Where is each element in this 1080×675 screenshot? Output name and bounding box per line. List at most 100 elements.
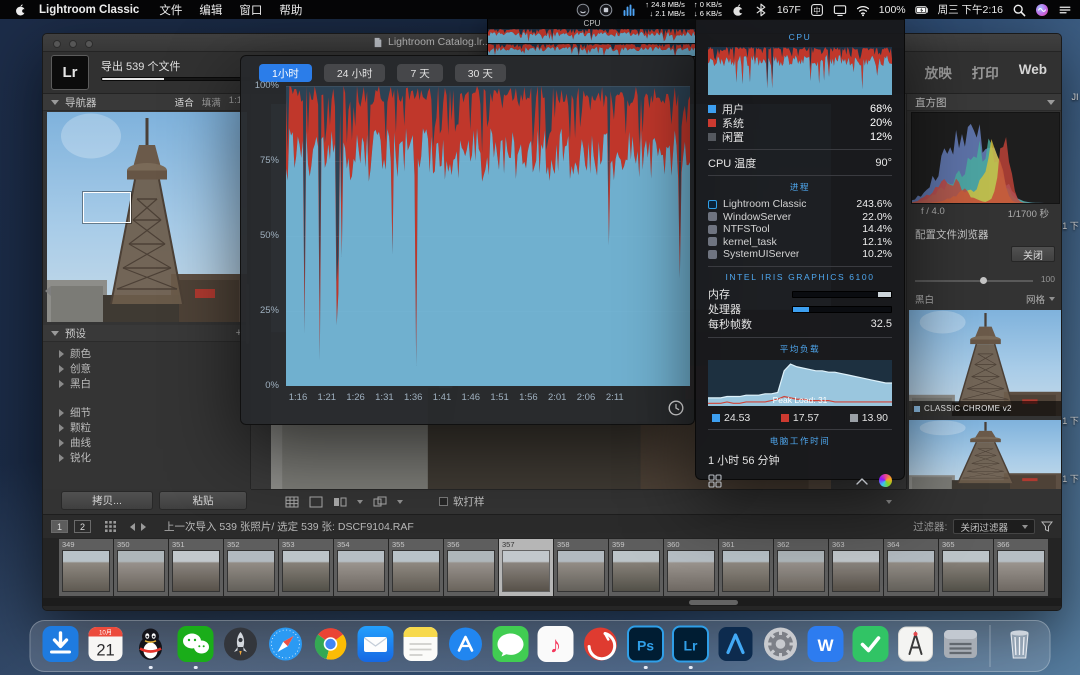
cpu-range-tab-2[interactable]: 7 天 — [397, 64, 442, 82]
secondary-display-button[interactable]: 2 — [74, 520, 91, 533]
grid-view-icon[interactable] — [285, 496, 299, 508]
menubar-menu-1[interactable]: 编辑 — [199, 2, 222, 18]
filmstrip-thumb-361[interactable]: 361 — [719, 539, 773, 596]
filmstrip-thumb-353[interactable]: 353 — [279, 539, 333, 596]
profile-thumbnail-selected[interactable]: CLASSIC CHROME v2 — [909, 310, 1062, 416]
dock-icon-photoshop[interactable]: Ps — [626, 624, 666, 664]
zoom-window-button[interactable] — [85, 40, 93, 48]
filmstrip-thumb-351[interactable]: 351 — [169, 539, 223, 596]
preset-item-1-3[interactable]: 锐化 — [43, 450, 250, 465]
filmstrip-thumb-357[interactable]: 357 — [499, 539, 553, 596]
chevron-down-icon[interactable] — [397, 500, 403, 504]
dock-icon-lightroom[interactable]: Lr — [671, 624, 711, 664]
preset-item-0-2[interactable]: 黑白 — [43, 376, 250, 391]
battery-icon[interactable] — [915, 3, 929, 17]
temperature-status[interactable]: 167F — [777, 4, 801, 16]
dock-icon-trash[interactable] — [1000, 624, 1040, 664]
preset-item-1-2[interactable]: 曲线 — [43, 435, 250, 450]
navigator-header[interactable]: 导航器 适合填满1:1 — [43, 94, 250, 111]
istat-cpu-bars-icon[interactable] — [622, 3, 636, 17]
module-tab-2[interactable]: Web — [1019, 62, 1047, 82]
bw-filter-label[interactable]: 黑白 — [915, 292, 934, 306]
dock-icon-appstore[interactable] — [446, 624, 486, 664]
presets-header[interactable]: 预设 + — [43, 325, 250, 342]
selection-info-text[interactable]: 上一次导入 539 张照片/ 选定 539 张: DSCF9104.RAF — [164, 519, 414, 534]
preset-item-1-0[interactable]: 细节 — [43, 405, 250, 420]
settings-pinwheel-icon[interactable] — [879, 474, 892, 487]
filmstrip-thumb-358[interactable]: 358 — [554, 539, 608, 596]
dock-icon-messages[interactable] — [491, 624, 531, 664]
battery-percentage[interactable]: 100% — [879, 4, 906, 16]
bluetooth-icon[interactable] — [754, 3, 768, 17]
collapse-left-panel-arrow[interactable] — [45, 286, 51, 296]
dock-icon-appa[interactable] — [716, 624, 756, 664]
filmstrip-thumb-364[interactable]: 364 — [884, 539, 938, 596]
primary-display-button[interactable]: 1 — [51, 520, 68, 533]
export-progress-bar[interactable] — [101, 77, 251, 81]
chevron-down-icon[interactable] — [357, 500, 363, 504]
clock-icon[interactable] — [668, 400, 684, 416]
menubar-clock[interactable]: 周三 下午2:16 — [938, 2, 1003, 17]
filter-select[interactable]: 关闭过滤器 — [953, 519, 1035, 534]
preset-item-0-1[interactable]: 创意 — [43, 361, 250, 376]
zoom-option-1[interactable]: 填满 — [202, 95, 221, 109]
thumbnail-size-slider[interactable] — [915, 276, 1033, 286]
mini-cpu-window[interactable]: CPU — [487, 17, 697, 57]
dock-icon-wechat[interactable] — [176, 624, 216, 664]
filmstrip-thumb-356[interactable]: 356 — [444, 539, 498, 596]
modules-grid-icon[interactable] — [708, 474, 722, 488]
menubar-menu-3[interactable]: 帮助 — [279, 2, 302, 18]
dock-icon-safari[interactable] — [266, 624, 306, 664]
compare-view-icon[interactable] — [333, 496, 347, 508]
dock-icon-launchpad[interactable] — [221, 624, 261, 664]
wifi-icon[interactable] — [856, 3, 870, 17]
dock-icon-netease[interactable] — [581, 624, 621, 664]
copy-settings-button[interactable]: 拷贝... — [61, 491, 153, 510]
grid-view-toggle[interactable]: 网格 — [1026, 292, 1055, 306]
filmstrip-thumb-362[interactable]: 362 — [774, 539, 828, 596]
filmstrip-thumb-365[interactable]: 365 — [939, 539, 993, 596]
preset-item-0-0[interactable]: 颜色 — [43, 346, 250, 361]
slider-knob[interactable] — [980, 277, 987, 284]
minimize-window-button[interactable] — [69, 40, 77, 48]
zoom-option-0[interactable]: 适合 — [175, 95, 194, 109]
grid-icon[interactable] — [105, 521, 116, 532]
cpu-range-tab-1[interactable]: 24 小时 — [324, 64, 386, 82]
dock-icon-mail[interactable] — [356, 624, 396, 664]
active-app-name[interactable]: Lightroom Classic — [39, 4, 139, 16]
siri-icon[interactable] — [1035, 3, 1049, 17]
dock-icon-wps[interactable]: W — [806, 624, 846, 664]
input-method-icon[interactable]: 中 — [810, 3, 824, 17]
filmstrip-thumb-352[interactable]: 352 — [224, 539, 278, 596]
preset-item-1-1[interactable]: 颗粒 — [43, 420, 250, 435]
dock-icon-calendar[interactable]: 10月21 — [86, 624, 126, 664]
apple-menu-icon[interactable] — [14, 3, 27, 17]
spotlight-search-icon[interactable] — [1012, 3, 1026, 17]
filmstrip-thumb-354[interactable]: 354 — [334, 539, 388, 596]
soft-proof-checkbox[interactable] — [439, 497, 448, 506]
airplay-display-icon[interactable] — [833, 3, 847, 17]
navigator-preview[interactable] — [47, 112, 247, 322]
cpu-range-tab-3[interactable]: 30 天 — [455, 64, 506, 82]
status-app-icon-1[interactable] — [576, 3, 590, 17]
network-speed-kb[interactable]: ↑ 0 KB/s↓ 6 KB/s — [694, 1, 722, 18]
filmstrip-thumb-359[interactable]: 359 — [609, 539, 663, 596]
dock-icon-sysprefs[interactable] — [761, 624, 801, 664]
histogram-display[interactable] — [911, 112, 1060, 204]
status-app-icon-2[interactable] — [599, 3, 613, 17]
dock-icon-download[interactable] — [41, 624, 81, 664]
filmstrip-thumb-350[interactable]: 350 — [114, 539, 168, 596]
histogram-header[interactable]: 直方图 — [907, 94, 1062, 111]
previous-photo-arrow[interactable] — [130, 523, 135, 531]
paste-settings-button[interactable]: 粘贴 — [159, 491, 247, 510]
filmstrip-thumb-349[interactable]: 349 — [59, 539, 113, 596]
close-profile-browser-button[interactable]: 关闭 — [1011, 246, 1055, 262]
close-window-button[interactable] — [53, 40, 61, 48]
navigator-zoom-rect[interactable] — [83, 192, 131, 224]
menubar-menu-2[interactable]: 窗口 — [239, 2, 262, 18]
filmstrip-scrollbar[interactable] — [43, 598, 1061, 606]
desktop-icon-label-fragment-0[interactable]: JI — [1064, 92, 1080, 102]
cpu-history-window[interactable]: 1小时24 小时7 天30 天 100%75%50%25%0% 1:161:21… — [240, 55, 695, 425]
module-tab-1[interactable]: 打印 — [972, 62, 999, 82]
notification-center-icon[interactable] — [1058, 3, 1072, 17]
